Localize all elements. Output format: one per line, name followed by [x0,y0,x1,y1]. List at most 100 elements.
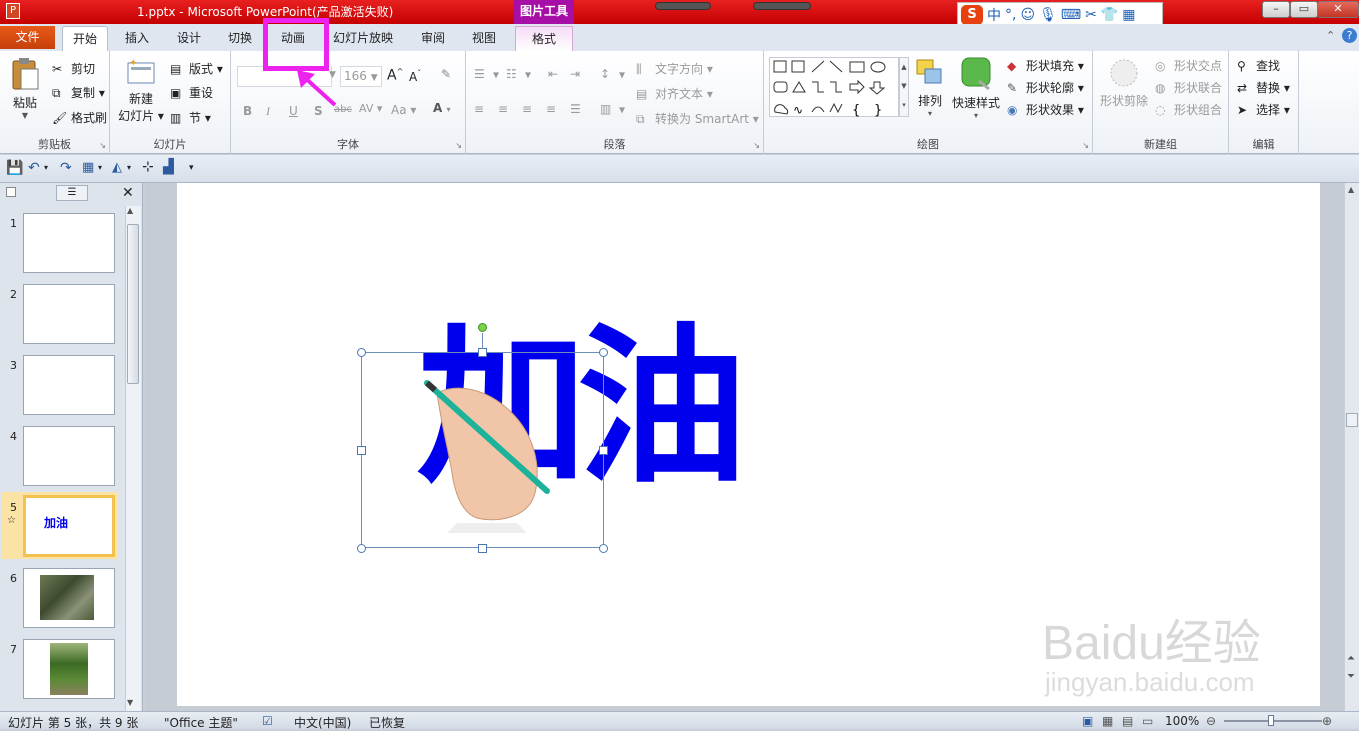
align-center-icon[interactable]: ≡ [498,102,508,116]
dialog-launcher-icon[interactable]: ↘ [99,141,106,150]
collapse-ribbon-icon[interactable]: ⌃ [1326,29,1335,42]
theme-status[interactable]: "Office 主题" [164,714,238,731]
paste-dropdown-icon[interactable]: ▼ [8,111,42,120]
tab-insert[interactable]: 插入 [115,26,159,51]
shape-union-button[interactable]: ◍ 形状联合 [1155,79,1222,97]
scroll-down-icon[interactable]: ▼ [127,698,133,707]
tab-file[interactable]: 文件 [0,26,55,49]
dialog-launcher-icon[interactable]: ↘ [455,141,462,150]
resize-handle[interactable] [357,348,366,357]
numbering-button[interactable]: ☷ ▾ [506,67,531,83]
shapes-gallery[interactable]: ∿ {} [769,57,899,118]
emoji-icon[interactable]: ☺ [1020,7,1035,23]
slide-thumbnail-selected[interactable]: 加油 [23,495,115,557]
undo-icon[interactable]: ↶ [28,160,40,176]
language-status[interactable]: 中文(中国) [294,714,351,731]
slide-thumbnail[interactable] [23,568,115,628]
bold-button[interactable]: B [243,104,252,118]
undo-dropdown-icon[interactable]: ▾ [44,163,48,172]
picture-icon[interactable]: ▟ [163,159,174,175]
shape-intersect-button[interactable]: ◎ 形状交点 [1155,57,1222,75]
powerpoint-logo-icon[interactable]: P [6,3,20,19]
slide-scrollbar[interactable]: ▲ ⏶ ⏷ [1345,183,1359,711]
resize-handle[interactable] [599,446,608,455]
slideshow-icon[interactable]: ▦ [82,160,94,175]
normal-view-icon[interactable]: ▣ [1082,714,1093,728]
copy-button[interactable]: ⧉ 复制 ▾ [52,84,105,102]
spellcheck-icon[interactable]: ☑ [262,714,273,728]
columns-button[interactable]: ▥ ▾ [600,102,625,118]
tab-slideshow[interactable]: 幻灯片放映 [323,26,403,51]
resize-handle[interactable] [478,544,487,553]
shape-fill-button[interactable]: ◆ 形状填充 ▾ [1007,57,1084,75]
shape-effects-button[interactable]: ◉ 形状效果 ▾ [1007,101,1084,119]
help-icon[interactable]: ? [1342,28,1357,43]
skin-icon[interactable]: 👕 [1101,7,1118,23]
resize-handle[interactable] [478,348,487,357]
zoom-slider-thumb[interactable] [1268,715,1274,726]
dialog-launcher-icon[interactable]: ↘ [753,141,760,150]
close-button[interactable]: ✕ [1317,1,1359,18]
clear-format-icon[interactable]: ✎ [441,67,451,81]
ime-punct[interactable]: °, [1005,7,1016,23]
decrease-indent-icon[interactable]: ⇤ [548,67,558,81]
layout-button[interactable]: ▤ 版式 ▾ [170,60,223,78]
shape-outline-button[interactable]: ✎ 形状轮廓 ▾ [1007,79,1084,97]
align-text-button[interactable]: ▤ 对齐文本 ▾ [636,85,713,103]
quick-styles-button[interactable]: 快速样式 ▾ [950,55,1002,120]
slides-tab-icon[interactable]: ☰ [56,185,88,201]
arrange-button[interactable]: 排列 ▾ [914,57,946,118]
zoom-level[interactable]: 100% [1165,714,1199,728]
close-panel-icon[interactable]: ✕ [122,185,134,201]
crop-icon[interactable]: ⊹ [142,159,154,175]
reading-view-icon[interactable]: ▤ [1122,714,1133,728]
shrink-font-button[interactable]: Aˇ [409,69,421,84]
slide-thumbnail[interactable] [23,284,115,344]
tools-icon[interactable]: ✂ [1085,7,1097,23]
change-case-button[interactable]: Aa ▾ [391,103,416,117]
font-color-button[interactable]: A ▾ [433,101,451,115]
italic-button[interactable]: I [266,104,270,119]
customize-qat-icon[interactable]: ▾ [189,163,194,173]
sogou-logo-icon[interactable]: S [961,4,983,25]
shapes-dropdown-icon[interactable]: ▾ [127,163,131,172]
tab-review[interactable]: 审阅 [411,26,455,51]
ime-mode-zh[interactable]: 中 [987,5,1001,25]
bullets-button[interactable]: ☰ ▾ [474,67,499,83]
slideshow-dropdown-icon[interactable]: ▾ [98,163,102,172]
align-left-icon[interactable]: ≡ [474,102,484,116]
smartart-button[interactable]: ⧉ 转换为 SmartArt ▾ [636,110,759,128]
scroll-up-icon[interactable]: ▲ [1348,185,1354,194]
minimize-button[interactable]: – [1262,1,1290,18]
slide-canvas[interactable]: 加油 Baidu经验 jingyan.baidu.com [177,183,1320,706]
tab-view[interactable]: 视图 [462,26,506,51]
outline-tab-icon[interactable] [6,187,16,197]
line-spacing-button[interactable]: ↕ ▾ [600,67,625,83]
next-slide-icon[interactable]: ⏷ [1347,671,1355,682]
scroll-up-icon[interactable]: ▲ [127,206,133,215]
shape-subtract-button[interactable]: 形状剪除 [1099,57,1149,109]
resize-handle[interactable] [599,348,608,357]
shapes-icon[interactable]: ◭ [112,160,122,175]
keyboard-icon[interactable]: ⌨ [1061,7,1081,23]
replace-button[interactable]: ⇄ 替换 ▾ [1237,79,1290,97]
dialog-launcher-icon[interactable]: ↘ [1082,141,1089,150]
sorter-view-icon[interactable]: ▦ [1102,714,1113,728]
distribute-icon[interactable]: ☰ [570,102,581,116]
font-size-combo[interactable]: 166 ▼ [340,66,382,87]
mic-icon[interactable]: 🎙 [1039,7,1057,23]
format-painter-button[interactable]: 🖌 格式刷 [52,109,107,127]
justify-icon[interactable]: ≡ [546,102,556,116]
zoom-out-icon[interactable]: ⊖ [1206,714,1216,728]
slide-thumbnail[interactable] [23,426,115,486]
grid-icon[interactable]: ▦ [1122,7,1135,23]
scroll-thumb[interactable] [1346,413,1358,427]
slide-thumbnail[interactable] [23,213,115,273]
grow-font-button[interactable]: A^ [387,67,403,84]
shape-combine-button[interactable]: ◌ 形状组合 [1155,101,1222,119]
slideshow-view-icon[interactable]: ▭ [1142,714,1153,728]
resize-handle[interactable] [599,544,608,553]
resize-handle[interactable] [357,544,366,553]
scroll-thumb[interactable] [127,224,139,384]
zoom-in-icon[interactable]: ⊕ [1322,714,1332,728]
